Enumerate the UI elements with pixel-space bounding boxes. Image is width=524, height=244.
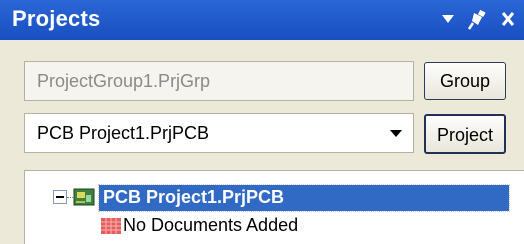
project-select[interactable]: PCB Project1.PrjPCB bbox=[24, 113, 414, 153]
group-button[interactable]: Group bbox=[424, 62, 506, 100]
project-group-field[interactable]: ProjectGroup1.PrjGrp bbox=[24, 61, 414, 101]
tree-row-project[interactable]: PCB Project1.PrjPCB bbox=[25, 184, 524, 212]
project-tree[interactable]: PCB Project1.PrjPCB No Documents Added bbox=[24, 170, 524, 244]
pcb-project-icon bbox=[73, 188, 95, 206]
dropdown-icon[interactable] bbox=[440, 4, 456, 34]
tree-project-label[interactable]: PCB Project1.PrjPCB bbox=[98, 184, 510, 212]
tree-child-label: No Documents Added bbox=[123, 215, 299, 235]
title-controls bbox=[440, 4, 516, 34]
project-select-value: PCB Project1.PrjPCB bbox=[37, 123, 210, 143]
chevron-down-icon[interactable] bbox=[389, 126, 403, 140]
close-icon[interactable] bbox=[500, 4, 516, 34]
projects-panel: Projects ProjectGroup1.PrjGrp Group PCB … bbox=[0, 0, 524, 244]
pin-icon[interactable] bbox=[468, 4, 488, 34]
tree-row-no-documents[interactable]: No Documents Added bbox=[25, 213, 524, 239]
project-button[interactable]: Project bbox=[424, 114, 506, 154]
no-documents-icon bbox=[101, 218, 121, 234]
collapse-icon[interactable] bbox=[53, 190, 67, 204]
panel-title-bar[interactable]: Projects bbox=[0, 0, 524, 40]
panel-title: Projects bbox=[12, 6, 101, 31]
